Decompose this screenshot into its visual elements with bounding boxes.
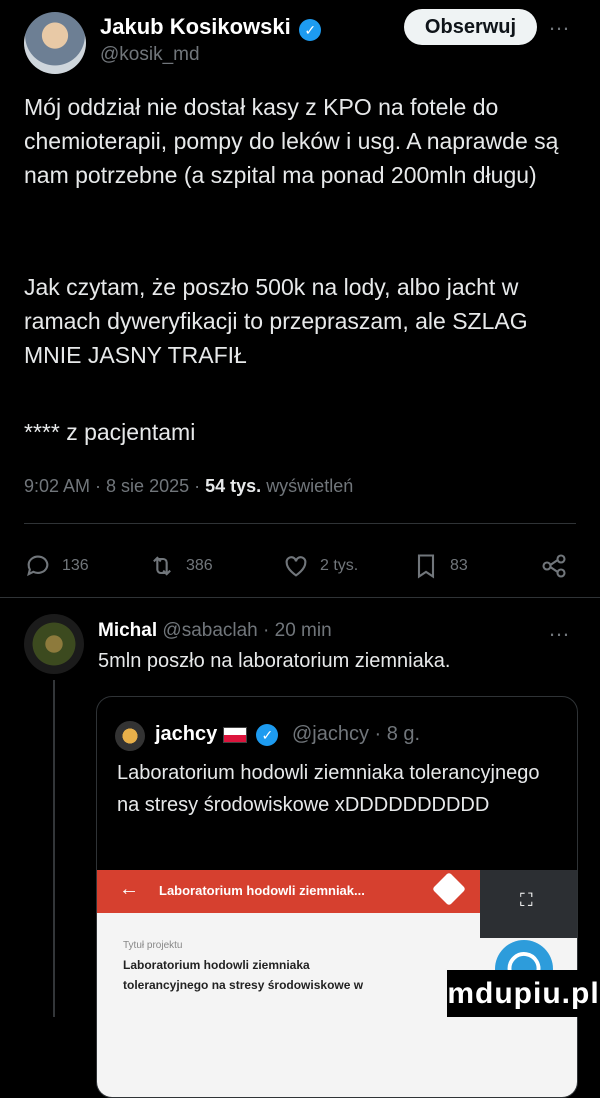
post-paragraph-3: **** z pacjentami — [24, 419, 196, 445]
author-avatar[interactable] — [24, 12, 86, 74]
quote-author-name: jachcy — [155, 723, 218, 745]
quote-age: 8 g. — [386, 723, 421, 745]
verified-badge-icon: ✓ — [256, 723, 279, 746]
views-count: 54 tys. — [205, 476, 262, 496]
reply-author-avatar[interactable] — [24, 614, 84, 674]
repost-icon — [153, 556, 171, 576]
poland-flag-icon — [222, 726, 247, 743]
reply-author-name[interactable]: Michal — [98, 620, 157, 641]
verified-badge-icon: ✓ — [299, 18, 322, 41]
reply-age[interactable]: 20 min — [275, 620, 332, 641]
image-field-label: Tytuł projektu — [123, 940, 183, 951]
reply-author-handle[interactable]: @sabaclah — [162, 620, 257, 641]
back-arrow-icon: ← — [119, 878, 139, 900]
bookmark-icon — [417, 554, 435, 579]
bookmark-count: 83 — [450, 557, 468, 574]
author-name-row[interactable]: Jakub Kosikowski ✓ — [100, 14, 322, 41]
author-handle[interactable]: @kosik_md — [100, 44, 200, 66]
reply-icon — [27, 555, 49, 577]
post-meta: 9:02 AM · 8 sie 2025 · 54 tys. wyświetle… — [24, 476, 354, 496]
share-icon — [542, 554, 566, 578]
follow-button[interactable]: Obserwuj — [404, 9, 537, 45]
quote-author-handle: @jachcy — [291, 723, 369, 745]
quote-header: jachcy ✓ @jachcy · 8 g. — [155, 723, 421, 746]
post-date[interactable]: 8 sie 2025 — [106, 476, 189, 496]
divider — [24, 523, 576, 524]
quote-author-avatar — [115, 721, 145, 751]
reply-more-options-icon[interactable]: … — [548, 616, 571, 642]
more-options-icon[interactable]: … — [548, 10, 571, 36]
post-time[interactable]: 9:02 AM — [24, 476, 90, 496]
bookmark-button[interactable]: 83 — [412, 552, 468, 580]
image-field-value-1: Laboratorium hodowli ziemniaka — [123, 958, 310, 972]
share-button[interactable] — [540, 552, 568, 580]
image-header-bar: ← Laboratorium hodowli ziemniak... — [97, 870, 480, 913]
repost-button[interactable]: 386 — [148, 552, 213, 580]
reply-button[interactable]: 136 — [24, 552, 89, 580]
reply-header: Michal @sabaclah · 20 min — [98, 620, 332, 641]
repost-count: 386 — [186, 557, 213, 574]
watermark: mdupiu.pl — [447, 970, 600, 1017]
views-label: wyświetleń — [266, 476, 354, 496]
quoted-post[interactable]: jachcy ✓ @jachcy · 8 g. Laboratorium hod… — [96, 696, 578, 1098]
image-field-value-2: tolerancyjnego na stresy środowiskowe w — [123, 978, 364, 992]
like-button[interactable]: 2 tys. — [282, 552, 358, 580]
author-name[interactable]: Jakub Kosikowski — [100, 14, 291, 39]
like-count: 2 tys. — [320, 557, 359, 574]
post-paragraph-1: Mój oddział nie dostał kasy z KPO na fot… — [24, 94, 559, 188]
reply-count: 136 — [62, 557, 89, 574]
quote-text: Laboratorium hodowli ziemniaka tolerancy… — [117, 762, 540, 816]
thread-line — [53, 680, 55, 1017]
image-header-title: Laboratorium hodowli ziemniak... — [159, 883, 365, 898]
image-side-panel: ⛶ — [480, 870, 577, 938]
directions-icon — [432, 872, 466, 906]
reply-text: 5mln poszło na laboratorium ziemniaka. — [98, 650, 451, 672]
expand-icon: ⛶ — [520, 890, 533, 910]
post-paragraph-2: Jak czytam, że poszło 500k na lody, albo… — [24, 274, 528, 368]
divider — [0, 597, 600, 598]
heart-icon — [285, 556, 307, 577]
